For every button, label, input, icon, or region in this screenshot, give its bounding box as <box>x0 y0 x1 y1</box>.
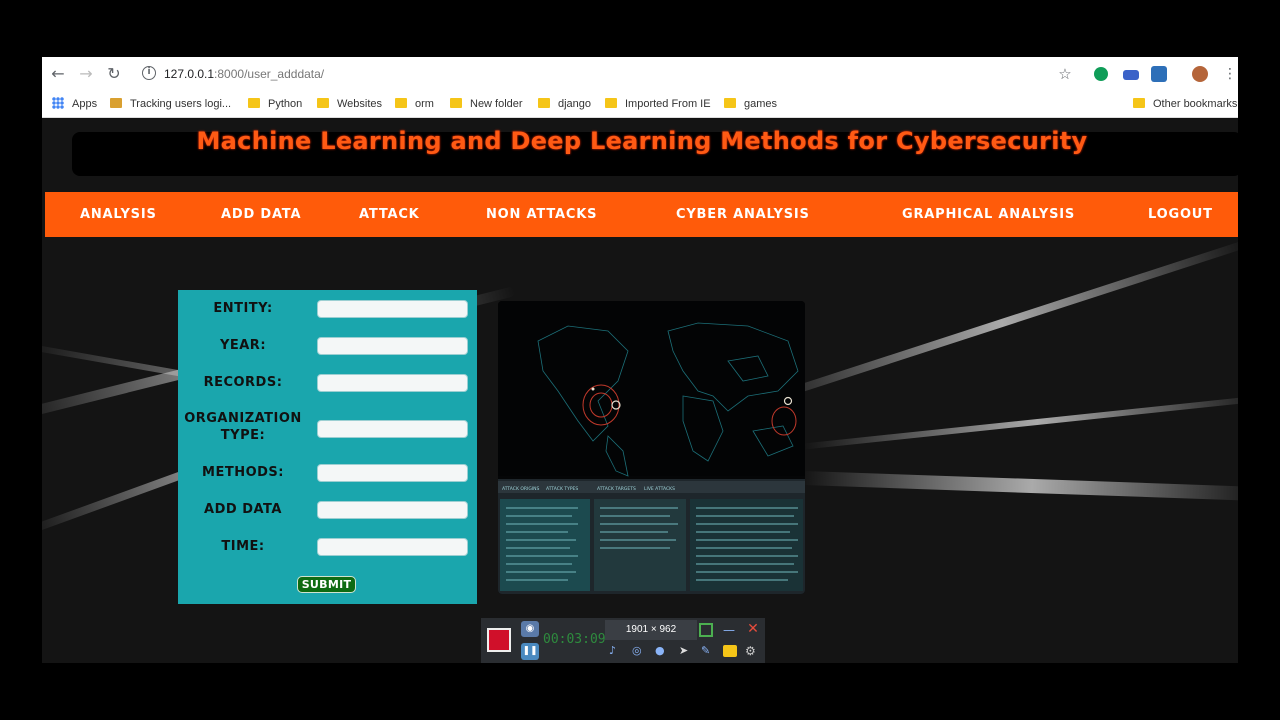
nav-graphical-analysis[interactable]: GRAPHICAL ANALYSIS <box>902 192 1075 237</box>
folder-icon <box>538 98 550 108</box>
close-icon[interactable]: ✕ <box>745 621 761 637</box>
browser-window: ← → ↻ i 127.0.0.1:8000/user_adddata/ ☆ ⋮… <box>42 57 1238 663</box>
bookmark-imported-from-ie[interactable]: Imported From IE <box>605 96 711 112</box>
add-data-input[interactable] <box>317 501 468 519</box>
background-streak <box>801 470 1238 502</box>
extension-screen-icon[interactable] <box>1151 66 1167 82</box>
folder-icon <box>450 98 462 108</box>
webcam-icon[interactable]: ● <box>655 644 669 658</box>
entity-input[interactable] <box>317 300 468 318</box>
nav-analysis[interactable]: ANALYSIS <box>80 192 157 237</box>
map-tab-live: LIVE ATTACKS <box>644 486 675 492</box>
main-navbar: ANALYSIS ADD DATA ATTACK NON ATTACKS CYB… <box>45 192 1238 237</box>
bookmark-websites[interactable]: Websites <box>317 96 382 112</box>
map-tab-origins: ATTACK ORIGINS <box>502 486 539 492</box>
url-host: 127.0.0.1 <box>164 67 215 81</box>
year-input[interactable] <box>317 337 468 355</box>
add-data-form: ENTITY: YEAR: RECORDS: ORGANIZATION TYPE… <box>178 290 477 604</box>
bookmark-new-folder[interactable]: New folder <box>450 96 523 112</box>
records-label: RECORDS: <box>203 375 283 390</box>
forward-icon[interactable]: → <box>76 64 96 84</box>
nav-add-data[interactable]: ADD DATA <box>221 192 301 237</box>
apps-icon <box>52 97 64 109</box>
profile-avatar[interactable] <box>1192 66 1208 82</box>
back-icon[interactable]: ← <box>48 64 68 84</box>
camera-icon[interactable]: ◉ <box>521 621 539 637</box>
bookmark-django[interactable]: django <box>538 96 591 112</box>
bookmark-tracking[interactable]: Tracking users logi... <box>110 96 231 112</box>
methods-input[interactable] <box>317 464 468 482</box>
minimize-icon[interactable]: — <box>722 623 736 637</box>
folder-icon <box>395 98 407 108</box>
record-stop-button[interactable] <box>487 628 511 652</box>
map-tab-targets: ATTACK TARGETS <box>597 486 636 492</box>
year-label: YEAR: <box>219 338 267 353</box>
background-streak <box>802 394 1238 450</box>
bookmark-orm[interactable]: orm <box>395 96 434 112</box>
bookmark-python[interactable]: Python <box>248 96 302 112</box>
nav-cyber-analysis[interactable]: CYBER ANALYSIS <box>676 192 810 237</box>
records-input[interactable] <box>317 374 468 392</box>
extension-green-icon[interactable] <box>1094 67 1108 81</box>
screen: ← → ↻ i 127.0.0.1:8000/user_adddata/ ☆ ⋮… <box>0 0 1280 720</box>
site-info-icon[interactable]: i <box>142 66 156 80</box>
bookmarks-bar: Apps Tracking users logi... Python Websi… <box>42 90 1238 118</box>
reload-icon[interactable]: ↻ <box>104 64 124 84</box>
folder-icon <box>724 98 736 108</box>
speaker-icon[interactable]: ♪ <box>609 644 623 658</box>
web-page: Machine Learning and Deep Learning Metho… <box>42 119 1238 663</box>
folder-icon <box>605 98 617 108</box>
organization-type-input[interactable] <box>317 420 468 438</box>
organization-type-label: ORGANIZATION TYPE: <box>184 411 302 443</box>
nav-non-attacks[interactable]: NON ATTACKS <box>486 192 597 237</box>
star-icon[interactable]: ☆ <box>1055 64 1075 84</box>
menu-icon[interactable]: ⋮ <box>1220 64 1238 84</box>
bookmark-apps[interactable]: Apps <box>52 96 97 112</box>
folder-icon <box>248 98 260 108</box>
folder-icon <box>317 98 329 108</box>
site-title: Machine Learning and Deep Learning Metho… <box>196 127 1088 155</box>
pause-icon[interactable]: ❚❚ <box>521 643 539 660</box>
add-data-label: ADD DATA <box>204 502 282 517</box>
folder-icon[interactable] <box>723 645 737 657</box>
world-map-graphic: ATTACK ORIGINS ATTACK TYPES ATTACK TARGE… <box>498 301 805 594</box>
resolution-readout: 1901 × 962 <box>605 620 697 640</box>
background-streak <box>753 238 1238 408</box>
extension-blue-icon[interactable] <box>1123 70 1139 80</box>
pen-icon[interactable]: ✎ <box>701 644 715 658</box>
browser-toolbar: ← → ↻ i 127.0.0.1:8000/user_adddata/ ☆ ⋮ <box>42 57 1238 90</box>
bookmark-favicon-icon <box>110 98 122 108</box>
microphone-icon[interactable]: ◎ <box>632 644 646 658</box>
address-bar[interactable]: 127.0.0.1:8000/user_adddata/ <box>164 64 324 84</box>
time-input[interactable] <box>317 538 468 556</box>
screen-recorder-toolbar: ◉ ❚❚ 00:03:09 1901 × 962 — ✕ ♪ ◎ ● ➤ ✎ ⚙ <box>481 618 765 663</box>
cyber-attack-map-image: ATTACK ORIGINS ATTACK TYPES ATTACK TARGE… <box>498 301 805 594</box>
methods-label: METHODS: <box>202 465 284 480</box>
settings-gear-icon[interactable]: ⚙ <box>745 644 759 658</box>
map-tab-types: ATTACK TYPES <box>546 486 578 492</box>
folder-icon <box>1133 98 1145 108</box>
nav-attack[interactable]: ATTACK <box>359 192 420 237</box>
region-icon[interactable] <box>699 623 713 637</box>
recording-timer: 00:03:09 <box>543 632 606 647</box>
nav-logout[interactable]: LOGOUT <box>1148 192 1213 237</box>
time-label: TIME: <box>221 539 265 554</box>
bookmark-games[interactable]: games <box>724 96 777 112</box>
url-path: :8000/user_adddata/ <box>214 67 325 81</box>
bookmark-other[interactable]: Other bookmarks <box>1133 96 1237 112</box>
entity-label: ENTITY: <box>213 301 273 316</box>
cursor-icon[interactable]: ➤ <box>679 644 693 658</box>
submit-button[interactable]: SUBMIT <box>297 576 356 593</box>
